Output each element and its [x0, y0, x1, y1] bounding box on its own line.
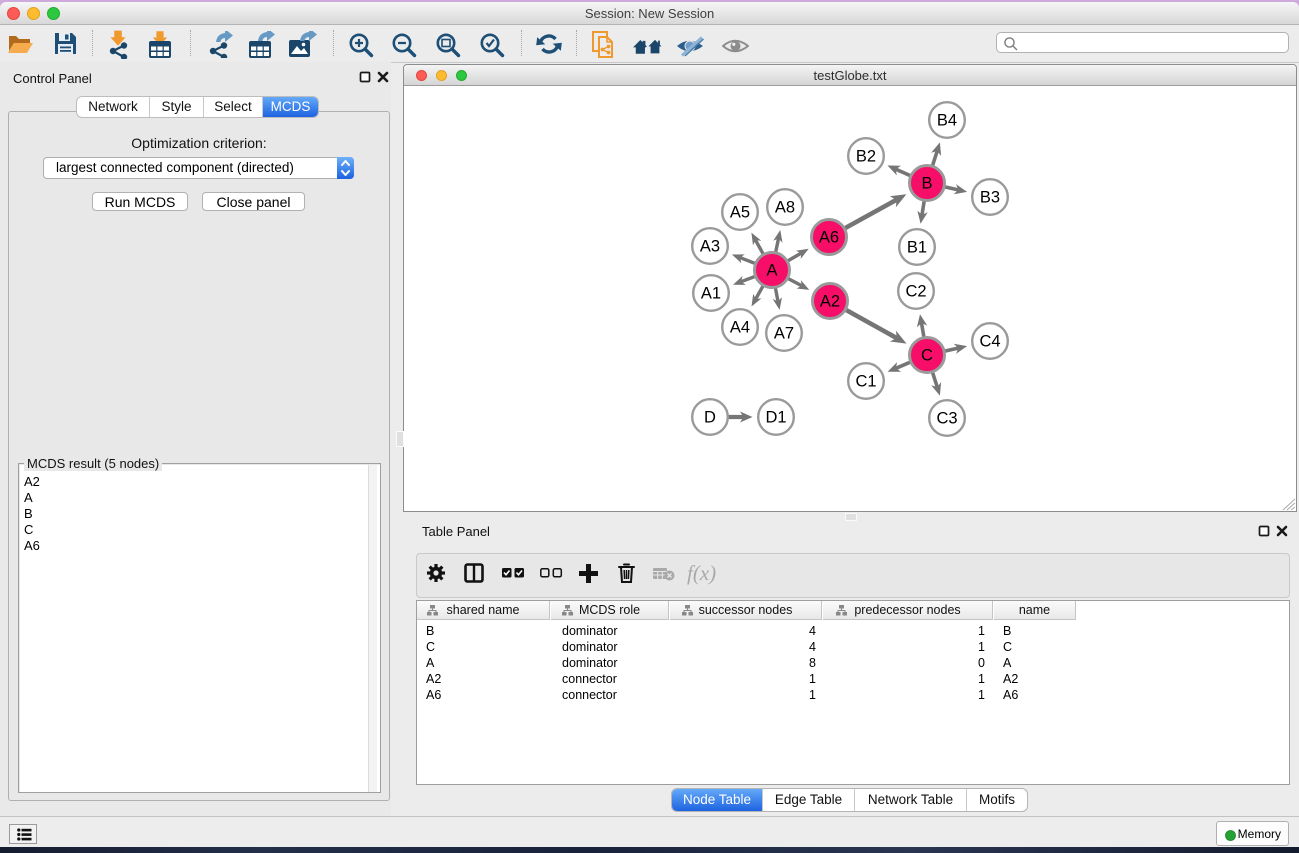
svg-text:B1: B1	[907, 239, 927, 257]
svg-text:B: B	[921, 175, 932, 193]
svg-text:A4: A4	[730, 319, 750, 337]
svg-text:A6: A6	[819, 229, 839, 247]
svg-text:A1: A1	[701, 285, 721, 303]
svg-text:C: C	[921, 347, 933, 365]
svg-text:A8: A8	[775, 199, 795, 217]
svg-text:A3: A3	[700, 238, 720, 256]
svg-text:C2: C2	[905, 283, 926, 301]
svg-text:D1: D1	[765, 409, 786, 427]
svg-text:C1: C1	[855, 373, 876, 391]
svg-text:A5: A5	[730, 204, 750, 222]
svg-text:B3: B3	[980, 189, 1000, 207]
svg-text:B2: B2	[856, 148, 876, 166]
svg-text:A7: A7	[774, 325, 794, 343]
svg-text:A2: A2	[820, 293, 840, 311]
svg-text:C3: C3	[936, 410, 957, 428]
svg-text:A: A	[766, 262, 777, 280]
svg-text:C4: C4	[979, 333, 1000, 351]
svg-text:D: D	[704, 409, 716, 427]
svg-text:B4: B4	[937, 112, 957, 130]
